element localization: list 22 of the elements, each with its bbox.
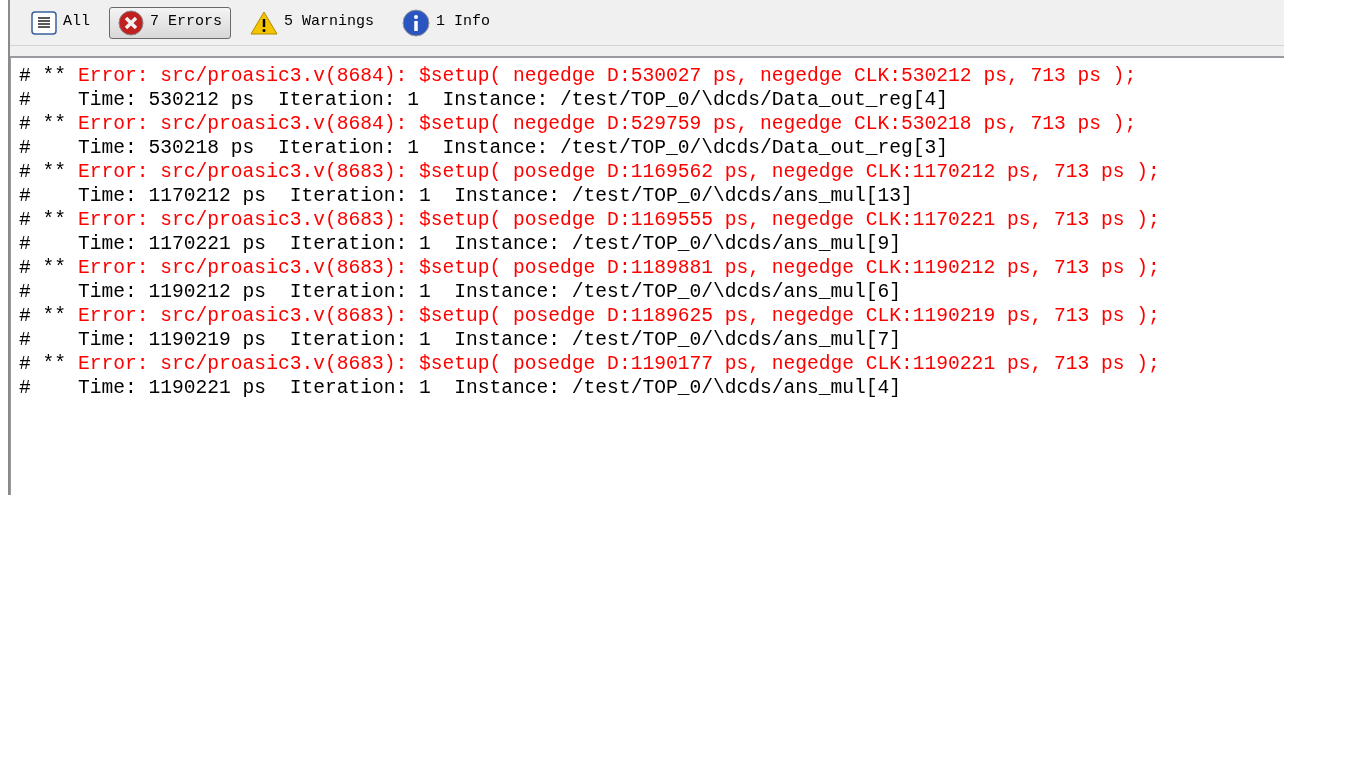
filter-button[interactable]: 5 Warnings (241, 6, 384, 39)
log-line: # ** Error: src/proasic3.v(8684): $setup( negedge D:530027 ps, negedge CLK:530212 ps, 713 ps ); (19, 64, 1138, 88)
log-line: # Time: 530212 ps Iteration: 1 Instance: /test/TOP_0/\dcds/Data_out_reg[4] (19, 88, 950, 112)
list-icon (31, 10, 57, 35)
log-line: # ** Error: src/proasic3.v(8683): $setup( posedge D:1169555 ps, negedge CLK:1170221 ps, 713 ps ); (19, 208, 1161, 232)
log-line: # Time: 1190219 ps Iteration: 1 Instance: /test/TOP_0/\dcds/ans_mul[7] (19, 328, 903, 352)
log-line: # Time: 1190221 ps Iteration: 1 Instance: /test/TOP_0/\dcds/ans_mul[4] (19, 376, 903, 400)
filter-button[interactable]: 1 Info (393, 6, 500, 39)
info-icon (402, 8, 431, 37)
log-line: # Time: 530218 ps Iteration: 1 Instance: /test/TOP_0/\dcds/Data_out_reg[3] (19, 136, 950, 160)
log-line: # ** Error: src/proasic3.v(8684): $setup( negedge D:529759 ps, negedge CLK:530218 ps, 713 ps ); (19, 112, 1138, 136)
log-line: # Time: 1170221 ps Iteration: 1 Instance: /test/TOP_0/\dcds/ans_mul[9] (19, 232, 903, 256)
warning-icon (250, 10, 279, 35)
log-line: # ** Error: src/proasic3.v(8683): $setup( posedge D:1169562 ps, negedge CLK:1170212 ps, 713 ps ); (19, 160, 1161, 184)
log-line: # ** Error: src/proasic3.v(8683): $setup( posedge D:1189625 ps, negedge CLK:1190219 ps, 713 ps ); (19, 304, 1161, 328)
log-line: # ** Error: src/proasic3.v(8683): $setup( posedge D:1190177 ps, negedge CLK:1190221 ps, 713 ps ); (19, 352, 1161, 376)
log-line: # ** Error: src/proasic3.v(8683): $setup( posedge D:1189881 ps, negedge CLK:1190212 ps, 713 ps ); (19, 256, 1161, 280)
error-icon (118, 9, 144, 36)
log-line: # Time: 1190212 ps Iteration: 1 Instance: /test/TOP_0/\dcds/ans_mul[6] (19, 280, 903, 304)
log-line: # Time: 1170212 ps Iteration: 1 Instance: /test/TOP_0/\dcds/ans_mul[13] (19, 184, 914, 208)
filter-button[interactable]: 7 Errors (109, 6, 232, 39)
filter-button[interactable]: All (22, 6, 99, 39)
